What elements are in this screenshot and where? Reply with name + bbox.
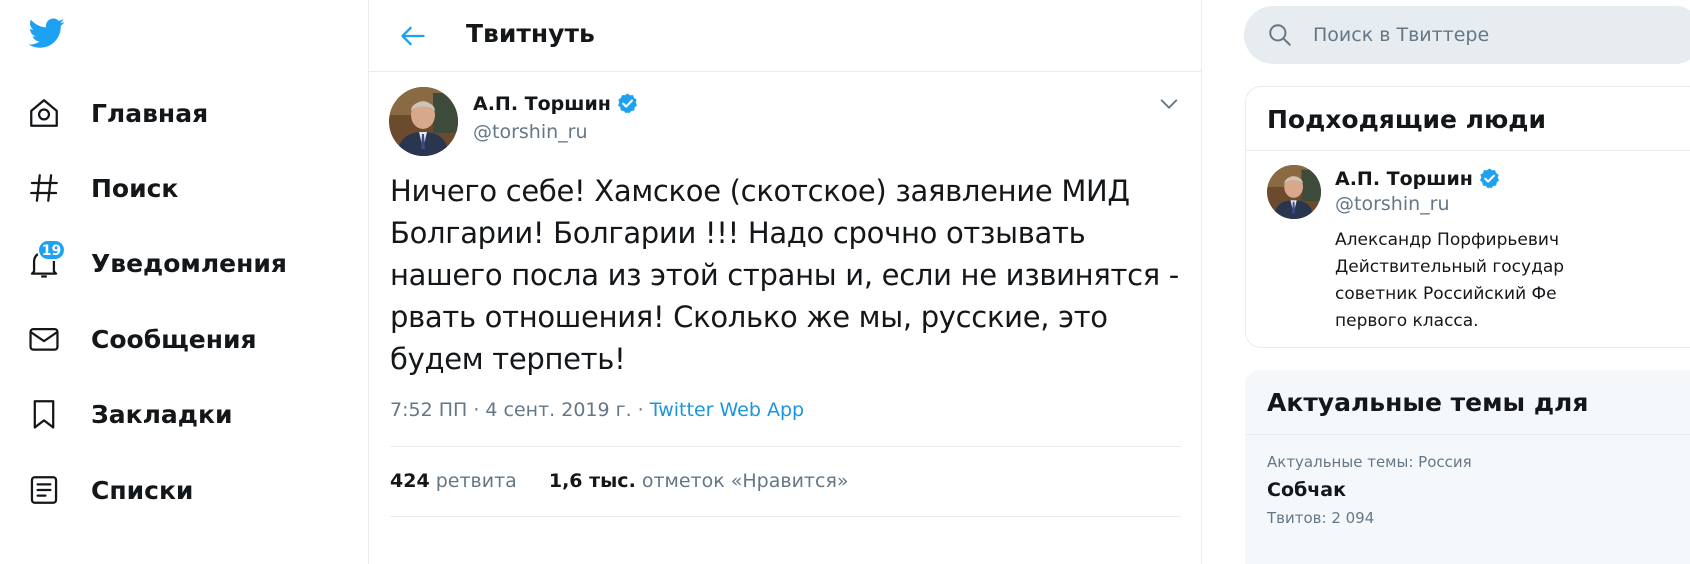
trend-context: Актуальные темы: Россия (1267, 453, 1472, 471)
bookmark-icon (26, 396, 62, 432)
twitter-bird-icon[interactable] (27, 15, 67, 51)
search-input[interactable] (1313, 24, 1690, 46)
chevron-down-icon (1160, 99, 1178, 109)
person-bio: Александр Порфирьевич Действительный гос… (1335, 230, 1565, 331)
notification-badge: 19 (37, 239, 66, 261)
nav-label-lists: Списки (91, 475, 194, 505)
nav-item-home[interactable]: Главная (26, 88, 208, 138)
person-avatar[interactable] (1267, 165, 1321, 219)
nav-label-messages: Сообщения (91, 324, 257, 354)
panel-title: Актуальные темы для (1267, 388, 1589, 417)
verified-badge-icon (1478, 167, 1501, 190)
person-name[interactable]: А.П. Торшин (1335, 167, 1501, 190)
hashtag-icon (26, 170, 62, 206)
nav-item-messages[interactable]: Сообщения (26, 314, 257, 364)
panel-title: Подходящие люди (1267, 105, 1546, 134)
column-header: Твитнуть (369, 0, 1201, 72)
tweet-source-link[interactable]: Twitter Web App (650, 399, 804, 421)
nav-label-explore: Поиск (91, 173, 179, 203)
envelope-icon (26, 321, 62, 357)
page-title: Твитнуть (466, 19, 595, 48)
nav-item-explore[interactable]: Поиск (26, 163, 178, 213)
divider (1246, 434, 1690, 435)
right-sidebar: Подходящие люди А.П. Торшин @torshin_ru … (1202, 0, 1690, 564)
left-navigation: Главная Поиск 19 Уведомления Сообщения З… (0, 0, 368, 564)
nav-item-bookmarks[interactable]: Закладки (26, 389, 232, 439)
tweet-metadata: 7:52 ПП · 4 сент. 2019 г. · Twitter Web … (390, 399, 804, 421)
author-name[interactable]: А.П. Торшин (473, 92, 639, 115)
divider (390, 446, 1181, 447)
home-icon (26, 95, 62, 131)
tweet-stats: 424 ретвита 1,6 тыс. отметок «Нравится» (390, 470, 875, 492)
who-to-follow-panel: Подходящие люди А.П. Торшин @torshin_ru … (1245, 86, 1690, 348)
tweet-text: Ничего себе! Хамское (скотское) заявлени… (390, 174, 1179, 376)
verified-badge-icon (616, 92, 639, 115)
bell-icon: 19 (26, 239, 66, 281)
nav-item-lists[interactable]: Списки (26, 465, 193, 515)
likes-stat[interactable]: 1,6 тыс. отметок «Нравится» (549, 470, 849, 492)
tweet-menu-button[interactable] (1155, 90, 1183, 118)
author-avatar[interactable] (389, 87, 458, 156)
tweet-timestamp[interactable]: 7:52 ПП · 4 сент. 2019 г. · (390, 399, 650, 421)
trend-count: Твитов: 2 094 (1267, 509, 1375, 527)
search-box[interactable] (1244, 6, 1690, 64)
nav-label-home: Главная (91, 98, 209, 128)
retweets-stat[interactable]: 424 ретвита (390, 470, 517, 492)
person-handle[interactable]: @torshin_ru (1335, 193, 1450, 215)
nav-label-notifications: Уведомления (91, 248, 287, 278)
trend-name[interactable]: Собчак (1267, 479, 1346, 501)
divider (390, 516, 1181, 517)
nav-label-bookmarks: Закладки (91, 399, 233, 429)
trends-panel: Актуальные темы для Актуальные темы: Рос… (1245, 370, 1690, 564)
search-icon (1266, 21, 1294, 49)
tweet-detail-column: Твитнуть А.П. Торшин @torshin_ru Ничего … (368, 0, 1202, 564)
back-button[interactable] (395, 18, 431, 54)
author-handle[interactable]: @torshin_ru (473, 121, 588, 143)
nav-item-notifications[interactable]: 19 Уведомления (26, 238, 287, 288)
arrow-left-icon (401, 26, 425, 46)
divider (1246, 150, 1690, 151)
list-icon (26, 472, 62, 508)
